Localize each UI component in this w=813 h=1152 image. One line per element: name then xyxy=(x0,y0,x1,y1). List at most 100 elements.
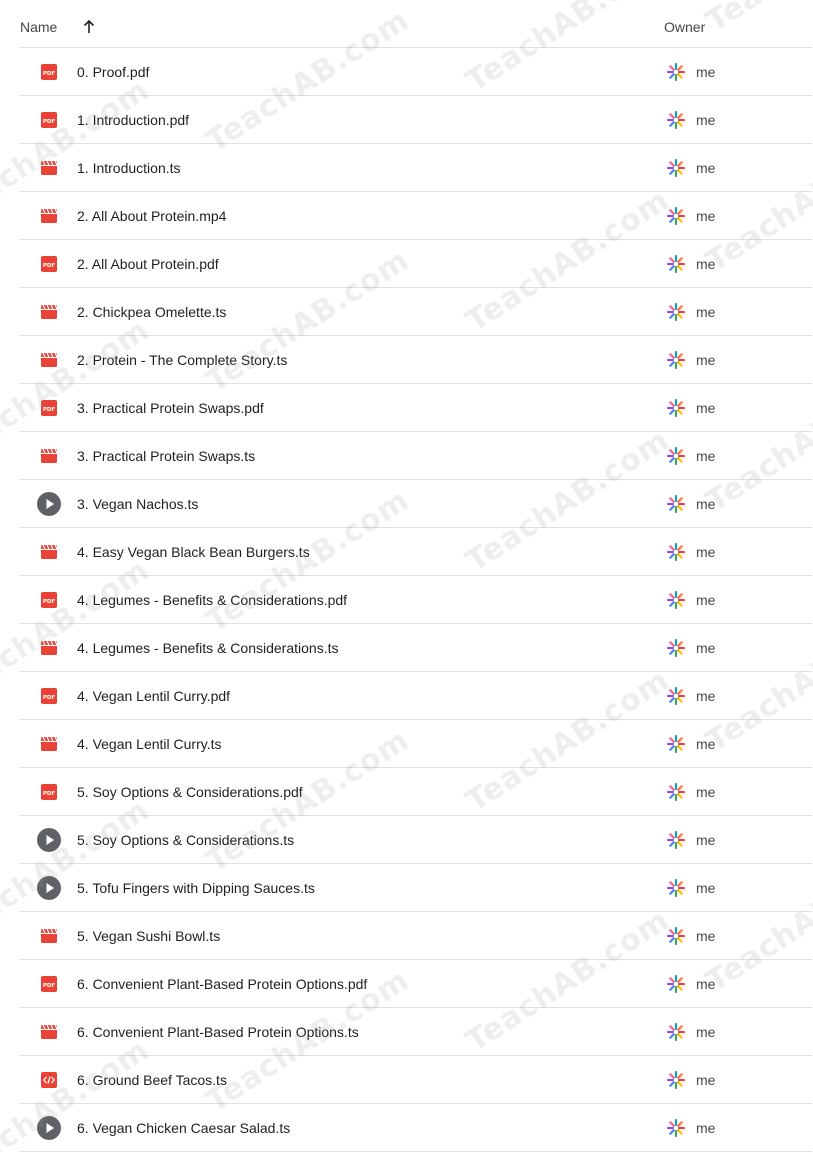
file-row[interactable]: 6. Convenient Plant-Based Protein Option… xyxy=(20,1008,812,1056)
owner-avatar-icon xyxy=(666,302,686,322)
svg-text:PDF: PDF xyxy=(43,263,56,269)
owner-name: me xyxy=(696,496,716,512)
video-icon xyxy=(40,159,58,177)
owner-name: me xyxy=(696,448,716,464)
pdf-icon: PDF xyxy=(40,63,58,81)
svg-text:PDF: PDF xyxy=(43,71,56,77)
owner-name: me xyxy=(696,1024,716,1040)
owner-avatar-icon xyxy=(666,110,686,130)
file-row[interactable]: PDF 3. Practical Protein Swaps.pdf me xyxy=(20,384,812,432)
file-name[interactable]: 4. Vegan Lentil Curry.ts xyxy=(77,736,221,752)
file-name[interactable]: 6. Convenient Plant-Based Protein Option… xyxy=(77,976,367,992)
file-row[interactable]: 6. Ground Beef Tacos.ts me xyxy=(20,1056,812,1104)
owner-name: me xyxy=(696,256,716,272)
pdf-icon: PDF xyxy=(40,591,58,609)
owner-avatar-icon xyxy=(666,638,686,658)
file-name[interactable]: 4. Easy Vegan Black Bean Burgers.ts xyxy=(77,544,310,560)
file-name[interactable]: 4. Legumes - Benefits & Considerations.t… xyxy=(77,640,338,656)
video-icon xyxy=(40,735,58,753)
owner-name: me xyxy=(696,400,716,416)
owner-avatar-icon xyxy=(666,830,686,850)
video-icon xyxy=(40,543,58,561)
file-row[interactable]: 2. Chickpea Omelette.ts me xyxy=(20,288,812,336)
pdf-icon: PDF xyxy=(40,111,58,129)
file-row[interactable]: 4. Legumes - Benefits & Considerations.t… xyxy=(20,624,812,672)
pdf-icon: PDF xyxy=(40,255,58,273)
file-row[interactable]: 4. Vegan Lentil Curry.ts me xyxy=(20,720,812,768)
file-row[interactable]: 5. Vegan Sushi Bowl.ts me xyxy=(20,912,812,960)
file-row[interactable]: 3. Vegan Nachos.ts me xyxy=(20,480,812,528)
file-name[interactable]: 6. Convenient Plant-Based Protein Option… xyxy=(77,1024,359,1040)
video-icon xyxy=(40,303,58,321)
file-name[interactable]: 6. Vegan Chicken Caesar Salad.ts xyxy=(77,1120,290,1136)
file-row[interactable]: PDF 2. All About Protein.pdf me xyxy=(20,240,812,288)
file-row[interactable]: 5. Soy Options & Considerations.ts me xyxy=(20,816,812,864)
owner-avatar-icon xyxy=(666,926,686,946)
owner-avatar-icon xyxy=(666,446,686,466)
owner-name: me xyxy=(696,880,716,896)
owner-avatar-icon xyxy=(666,398,686,418)
owner-name: me xyxy=(696,304,716,320)
owner-name: me xyxy=(696,928,716,944)
file-row[interactable]: 4. Easy Vegan Black Bean Burgers.ts me xyxy=(20,528,812,576)
svg-text:PDF: PDF xyxy=(43,407,56,413)
owner-name: me xyxy=(696,784,716,800)
file-name[interactable]: 2. Protein - The Complete Story.ts xyxy=(77,352,287,368)
file-name[interactable]: 3. Practical Protein Swaps.pdf xyxy=(77,400,264,416)
name-column-label: Name xyxy=(20,19,58,35)
owner-name: me xyxy=(696,832,716,848)
file-row[interactable]: 2. Protein - The Complete Story.ts me xyxy=(20,336,812,384)
file-name[interactable]: 3. Vegan Nachos.ts xyxy=(77,496,198,512)
file-name[interactable]: 6. Ground Beef Tacos.ts xyxy=(77,1072,227,1088)
video-icon xyxy=(40,351,58,369)
svg-text:PDF: PDF xyxy=(43,983,56,989)
owner-column-header[interactable]: Owner xyxy=(664,19,705,35)
arrow-up-icon[interactable] xyxy=(81,19,97,35)
file-row[interactable]: 1. Introduction.ts me xyxy=(20,144,812,192)
file-name[interactable]: 5. Soy Options & Considerations.ts xyxy=(77,832,294,848)
name-column-header[interactable]: Name xyxy=(20,19,97,35)
file-name[interactable]: 0. Proof.pdf xyxy=(77,64,149,80)
file-name[interactable]: 5. Soy Options & Considerations.pdf xyxy=(77,784,303,800)
svg-text:PDF: PDF xyxy=(43,791,56,797)
file-name[interactable]: 1. Introduction.ts xyxy=(77,160,181,176)
file-name[interactable]: 2. Chickpea Omelette.ts xyxy=(77,304,226,320)
file-row[interactable]: PDF 4. Legumes - Benefits & Consideration… xyxy=(20,576,812,624)
file-name[interactable]: 5. Tofu Fingers with Dipping Sauces.ts xyxy=(77,880,315,896)
owner-avatar-icon xyxy=(666,974,686,994)
file-row[interactable]: PDF 6. Convenient Plant-Based Protein Opt… xyxy=(20,960,812,1008)
code-icon xyxy=(40,1071,58,1089)
pdf-icon: PDF xyxy=(40,399,58,417)
file-name[interactable]: 2. All About Protein.mp4 xyxy=(77,208,226,224)
owner-avatar-icon xyxy=(666,206,686,226)
pdf-icon: PDF xyxy=(40,975,58,993)
owner-name: me xyxy=(696,64,716,80)
file-name[interactable]: 4. Vegan Lentil Curry.pdf xyxy=(77,688,230,704)
owner-name: me xyxy=(696,640,716,656)
file-row[interactable]: PDF 1. Introduction.pdf me xyxy=(20,96,812,144)
file-row[interactable]: PDF 4. Vegan Lentil Curry.pdf me xyxy=(20,672,812,720)
file-row[interactable]: PDF 0. Proof.pdf me xyxy=(20,48,812,96)
file-name[interactable]: 3. Practical Protein Swaps.ts xyxy=(77,448,255,464)
file-row[interactable]: 3. Practical Protein Swaps.ts me xyxy=(20,432,812,480)
video-icon xyxy=(40,1023,58,1041)
file-row[interactable]: PDF 5. Soy Options & Considerations.pdf me xyxy=(20,768,812,816)
file-row[interactable]: 5. Tofu Fingers with Dipping Sauces.ts me xyxy=(20,864,812,912)
file-list: Name Owner PDF 0. Proof.pdf me PDF 1. Introd… xyxy=(0,0,813,1152)
file-name[interactable]: 4. Legumes - Benefits & Considerations.p… xyxy=(77,592,347,608)
file-row[interactable]: 2. All About Protein.mp4 me xyxy=(20,192,812,240)
svg-text:PDF: PDF xyxy=(43,695,56,701)
owner-avatar-icon xyxy=(666,686,686,706)
owner-avatar-icon xyxy=(666,1070,686,1090)
file-name[interactable]: 5. Vegan Sushi Bowl.ts xyxy=(77,928,220,944)
file-name[interactable]: 1. Introduction.pdf xyxy=(77,112,189,128)
owner-name: me xyxy=(696,1072,716,1088)
owner-name: me xyxy=(696,736,716,752)
play-icon xyxy=(37,1116,61,1140)
owner-name: me xyxy=(696,352,716,368)
owner-name: me xyxy=(696,1120,716,1136)
owner-avatar-icon xyxy=(666,1118,686,1138)
file-row[interactable]: 6. Vegan Chicken Caesar Salad.ts me xyxy=(20,1104,812,1152)
file-name[interactable]: 2. All About Protein.pdf xyxy=(77,256,219,272)
owner-avatar-icon xyxy=(666,62,686,82)
